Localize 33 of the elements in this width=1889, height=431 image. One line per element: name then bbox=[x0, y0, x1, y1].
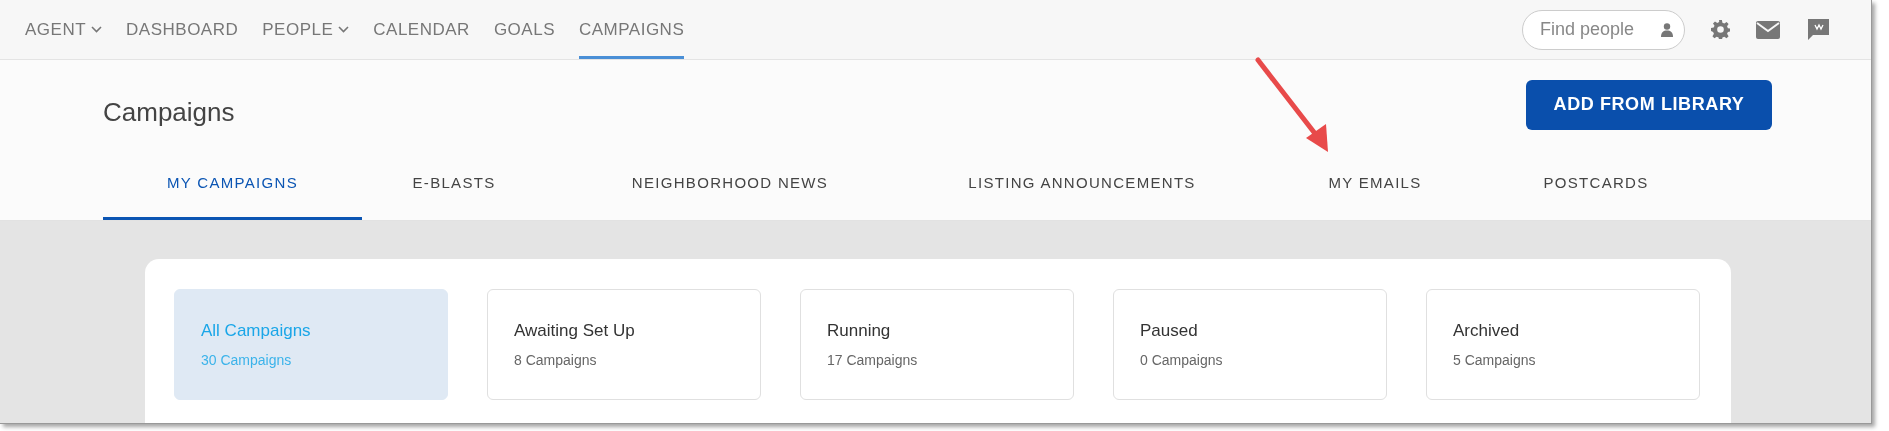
filter-count: 17 Campaigns bbox=[827, 350, 919, 370]
nav-link[interactable]: AGENT bbox=[25, 0, 103, 59]
filter-count: 5 Campaigns bbox=[1453, 350, 1537, 370]
nav-link[interactable]: CALENDAR bbox=[373, 0, 470, 59]
filter-title: All Campaigns bbox=[201, 320, 312, 343]
settings-icon[interactable] bbox=[1711, 20, 1730, 39]
person-icon bbox=[1661, 22, 1673, 37]
filter-card[interactable]: Running 17 Campaigns bbox=[800, 289, 1074, 400]
nav-link[interactable]: DASHBOARD bbox=[126, 0, 239, 59]
filter-title: Paused bbox=[1140, 320, 1199, 343]
search-field[interactable]: Find people bbox=[1522, 9, 1685, 50]
filter-title: Running bbox=[827, 320, 892, 343]
tab[interactable]: POSTCARDS bbox=[1500, 154, 1692, 220]
filter-title: Archived bbox=[1453, 320, 1521, 343]
chat-icon[interactable] bbox=[1806, 17, 1831, 42]
nav-link[interactable]: PEOPLE bbox=[262, 0, 350, 59]
filter-card[interactable]: Archived 5 Campaigns bbox=[1426, 289, 1700, 400]
chevron-down-icon bbox=[338, 26, 350, 33]
filter-count: 30 Campaigns bbox=[201, 350, 293, 370]
filter-count: 8 Campaigns bbox=[514, 350, 598, 370]
tab[interactable]: NEIGHBORHOOD NEWS bbox=[546, 154, 914, 220]
tab[interactable]: LISTING ANNOUNCEMENTS bbox=[914, 154, 1250, 220]
nav-link[interactable]: GOALS bbox=[493, 0, 555, 59]
tab[interactable]: E-BLASTS bbox=[362, 154, 546, 220]
filter-card[interactable]: Paused 0 Campaigns bbox=[1113, 289, 1387, 400]
chevron-down-icon bbox=[91, 26, 103, 33]
add-from-library-button[interactable]: ADD FROM LIBRARY bbox=[1526, 79, 1772, 130]
filter-title: Awaiting Set Up bbox=[514, 320, 636, 343]
page-title: Campaigns bbox=[103, 95, 235, 129]
filter-count: 0 Campaigns bbox=[1140, 350, 1224, 370]
mail-icon[interactable] bbox=[1756, 20, 1780, 39]
filter-card[interactable]: Awaiting Set Up 8 Campaigns bbox=[487, 289, 761, 400]
tab[interactable]: MY EMAILS bbox=[1250, 154, 1500, 220]
